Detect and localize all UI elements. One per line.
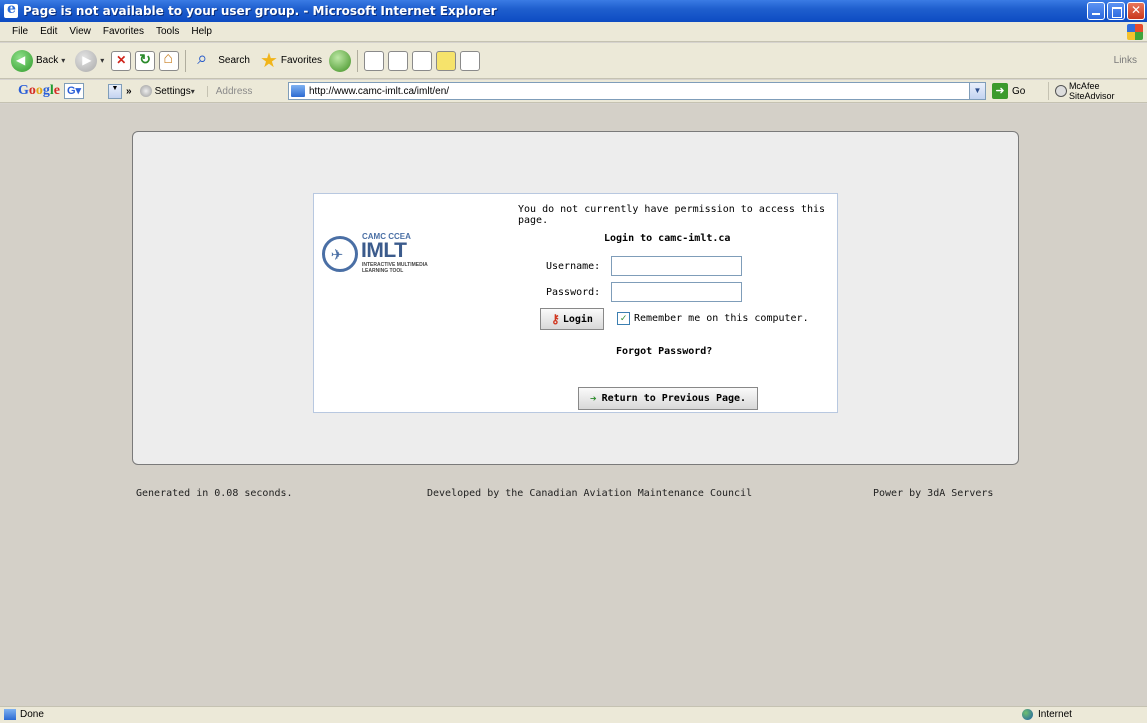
forgot-password-link[interactable]: Forgot Password? bbox=[616, 346, 712, 357]
search-button[interactable]: Search bbox=[192, 48, 253, 73]
password-label: Password: bbox=[546, 287, 601, 298]
window-title: Page is not available to your user group… bbox=[23, 4, 497, 18]
minimize-button[interactable] bbox=[1087, 2, 1105, 20]
mcafee-label: McAfee SiteAdvisor bbox=[1068, 81, 1115, 101]
content-panel: CAMC CCEA IMLT INTERACTIVE MULTIMEDIA LE… bbox=[132, 131, 1019, 465]
menu-bar: File Edit View Favorites Tools Help bbox=[0, 22, 1147, 42]
logo-title: IMLT bbox=[361, 239, 407, 262]
chevron-down-icon[interactable]: ▾ bbox=[61, 56, 65, 65]
logo-subtitle: INTERACTIVE MULTIMEDIA LEARNING TOOL bbox=[362, 262, 428, 274]
window-controls bbox=[1087, 2, 1145, 20]
logo-subtitle-line2: LEARNING TOOL bbox=[362, 268, 404, 274]
remember-me-label[interactable]: Remember me on this computer. bbox=[634, 313, 809, 324]
edit-icon[interactable] bbox=[412, 50, 433, 71]
go-button[interactable]: ➜ Go bbox=[992, 83, 1025, 99]
status-bar: Done Internet bbox=[0, 706, 1147, 723]
login-button[interactable]: ⚷ Login bbox=[540, 308, 604, 330]
address-input[interactable]: http://www.camc-imlt.ca/imlt/en/ ▼ bbox=[288, 82, 986, 100]
address-bar-row: Google G▾ ▼ » Settings ▾ Address http://… bbox=[0, 80, 1147, 103]
login-button-label: Login bbox=[562, 313, 593, 325]
address-label: Address bbox=[206, 85, 252, 97]
go-label: Go bbox=[1012, 85, 1026, 97]
home-icon[interactable] bbox=[159, 50, 180, 71]
more-chevron-icon[interactable]: » bbox=[126, 86, 132, 97]
refresh-icon[interactable] bbox=[135, 50, 156, 71]
status-zone-label: Internet bbox=[1038, 709, 1072, 720]
status-text: Done bbox=[20, 709, 44, 720]
login-box: CAMC CCEA IMLT INTERACTIVE MULTIMEDIA LE… bbox=[313, 193, 838, 413]
google-search-dropdown[interactable]: ▼ bbox=[108, 83, 122, 99]
imlt-logo: CAMC CCEA IMLT INTERACTIVE MULTIMEDIA LE… bbox=[322, 232, 472, 276]
back-button[interactable]: Back ▾ bbox=[8, 48, 68, 74]
chevron-down-icon[interactable]: ▾ bbox=[191, 87, 195, 96]
password-field[interactable] bbox=[611, 282, 742, 302]
menu-favorites[interactable]: Favorites bbox=[97, 26, 150, 37]
maximize-button[interactable] bbox=[1107, 2, 1125, 20]
key-icon: ⚷ bbox=[551, 312, 560, 326]
windows-logo-icon bbox=[1127, 24, 1143, 40]
page-content: CAMC CCEA IMLT INTERACTIVE MULTIMEDIA LE… bbox=[0, 104, 1147, 706]
status-left: Done bbox=[4, 709, 44, 720]
remember-me-checkbox[interactable]: ✓ bbox=[617, 312, 630, 325]
airplane-icon bbox=[322, 236, 358, 272]
menu-tools[interactable]: Tools bbox=[150, 26, 185, 37]
stop-icon[interactable] bbox=[111, 50, 132, 71]
address-dropdown[interactable]: ▼ bbox=[969, 83, 985, 99]
menu-view[interactable]: View bbox=[63, 26, 97, 37]
page-icon bbox=[4, 709, 16, 720]
media-icon[interactable] bbox=[329, 49, 352, 72]
back-arrow-icon bbox=[11, 49, 33, 72]
links-label[interactable]: Links bbox=[1114, 55, 1137, 66]
window-title-bar: Page is not available to your user group… bbox=[0, 0, 1147, 22]
print-icon[interactable] bbox=[388, 50, 409, 71]
username-label: Username: bbox=[546, 261, 601, 272]
footer-power: Power by 3dA Servers bbox=[873, 488, 994, 499]
chevron-down-icon[interactable]: ▾ bbox=[100, 56, 104, 65]
google-logo: Google bbox=[18, 83, 60, 98]
globe-icon bbox=[1022, 709, 1033, 720]
menu-file[interactable]: File bbox=[6, 26, 34, 37]
toolbar-separator bbox=[185, 49, 187, 72]
arrow-right-icon: ➔ bbox=[589, 392, 597, 405]
settings-icon bbox=[139, 85, 152, 97]
go-arrow-icon: ➜ bbox=[992, 83, 1008, 99]
address-url[interactable]: http://www.camc-imlt.ca/imlt/en/ bbox=[309, 86, 449, 97]
back-label: Back bbox=[36, 55, 59, 66]
standard-toolbar: Back ▾ ▾ Search ★ Favorites Links bbox=[0, 43, 1147, 79]
return-button-label: Return to Previous Page. bbox=[601, 393, 747, 404]
forward-button[interactable]: ▾ bbox=[72, 48, 107, 74]
favorites-label: Favorites bbox=[280, 55, 323, 66]
notes-icon[interactable] bbox=[436, 50, 457, 71]
mcafee-siteadvisor-button[interactable]: McAfee SiteAdvisor bbox=[1048, 81, 1147, 101]
google-menu-button[interactable]: G▾ bbox=[64, 83, 84, 99]
menu-edit[interactable]: Edit bbox=[34, 26, 63, 37]
mcafee-icon bbox=[1055, 85, 1067, 97]
page-icon bbox=[291, 85, 305, 97]
return-previous-page-button[interactable]: ➔ Return to Previous Page. bbox=[578, 387, 758, 410]
footer-developed: Developed by the Canadian Aviation Maint… bbox=[427, 488, 753, 499]
close-button[interactable] bbox=[1127, 2, 1145, 20]
favorites-button[interactable]: ★ Favorites bbox=[257, 49, 325, 73]
internet-explorer-icon bbox=[4, 1, 18, 18]
search-label: Search bbox=[218, 55, 250, 66]
toolbar-separator bbox=[357, 49, 359, 72]
star-icon: ★ bbox=[259, 49, 278, 72]
menu-help[interactable]: Help bbox=[185, 26, 218, 37]
login-title: Login to camc-imlt.ca bbox=[604, 233, 731, 244]
messenger-icon[interactable] bbox=[460, 50, 481, 71]
username-field[interactable] bbox=[611, 256, 742, 276]
mail-icon[interactable] bbox=[364, 50, 385, 71]
footer-generated: Generated in 0.08 seconds. bbox=[136, 488, 293, 499]
status-zone: Internet bbox=[1022, 709, 1072, 720]
forward-arrow-icon bbox=[75, 49, 98, 72]
search-icon bbox=[195, 48, 215, 71]
settings-button[interactable]: Settings bbox=[155, 86, 191, 97]
permission-message: You do not currently have permission to … bbox=[518, 204, 826, 226]
